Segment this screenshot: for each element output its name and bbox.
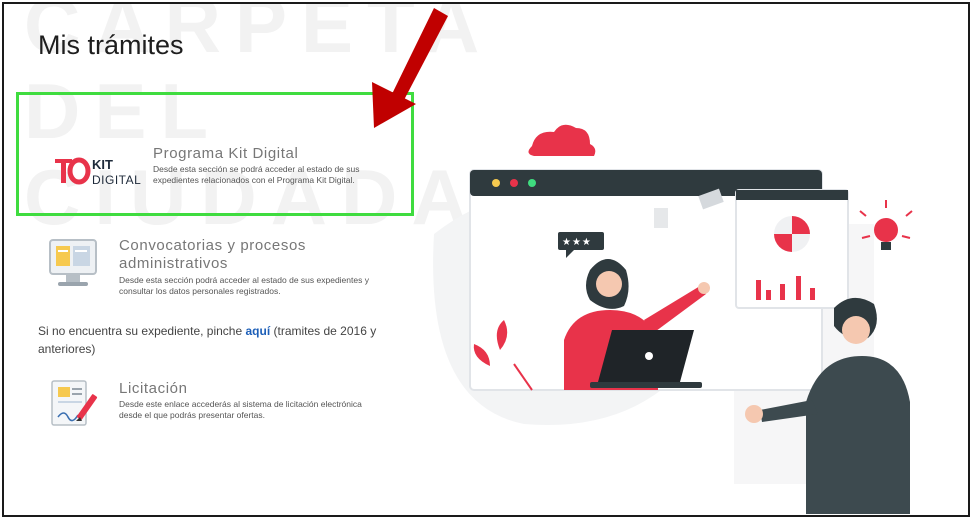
document-pen-icon[interactable]	[46, 377, 106, 438]
arrow-annotation-icon	[372, 8, 448, 128]
not-found-notice: Si no encuentra su expediente, pinche aq…	[38, 322, 398, 358]
convocatorias-link[interactable]: Convocatorias y procesos administrativos…	[119, 237, 389, 297]
illustration: ★★★	[433, 124, 913, 514]
monitor-icon[interactable]	[44, 238, 106, 295]
rating-stars: ★★★	[562, 237, 592, 248]
convocatorias-description: Desde esta sección podrá acceder al esta…	[119, 275, 369, 296]
cloud-icon	[528, 124, 596, 156]
licitacion-link[interactable]: Licitación Desde este enlace accederás a…	[119, 380, 379, 421]
licitacion-title[interactable]: Licitación	[119, 380, 379, 397]
page-frame: CARPETA DEL CIUDADANO Mis trámites KIT D…	[2, 2, 970, 517]
old-records-link[interactable]: aquí	[245, 324, 270, 338]
licitacion-description: Desde este enlace accederás al sistema d…	[119, 399, 362, 420]
not-found-prefix: Si no encuentra su expediente, pinche	[38, 324, 246, 338]
page-title: Mis trámites	[38, 30, 184, 60]
highlight-box	[16, 92, 414, 216]
convocatorias-title[interactable]: Convocatorias y procesos administrativos	[119, 237, 389, 273]
